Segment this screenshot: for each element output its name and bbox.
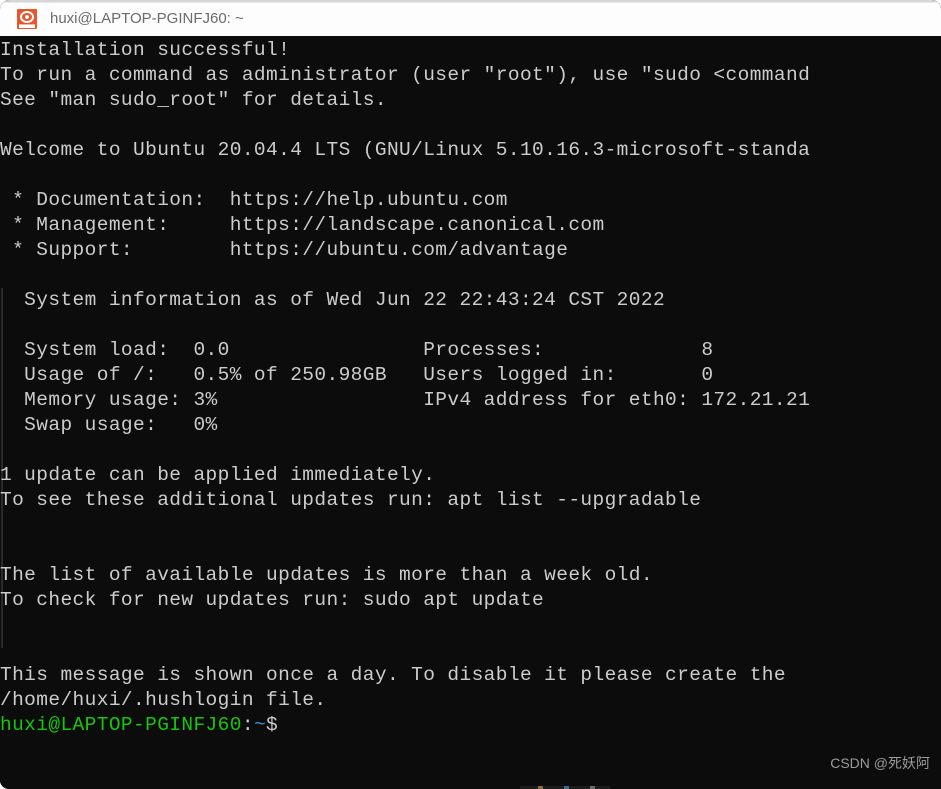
terminal-line: Welcome to Ubuntu 20.04.4 LTS (GNU/Linux…: [0, 139, 811, 161]
terminal-line: This message is shown once a day. To dis…: [0, 664, 786, 686]
terminal-line: * Management: https://landscape.canonica…: [0, 214, 605, 236]
terminal-line: * Support: https://ubuntu.com/advantage: [0, 239, 569, 261]
prompt-separator: :: [241, 714, 254, 736]
terminal-line: To see these additional updates run: apt…: [0, 489, 702, 511]
terminal-line: System information as of Wed Jun 22 22:4…: [0, 289, 666, 311]
terminal-line: Installation successful!: [0, 39, 291, 61]
terminal-line: The list of available updates is more th…: [0, 564, 653, 586]
window-title: huxi@LAPTOP-PGINFJ60: ~: [50, 10, 244, 27]
ubuntu-icon-base: [19, 24, 35, 28]
terminal-line: 1 update can be applied immediately.: [0, 464, 436, 486]
terminal-line: See "man sudo_root" for details.: [0, 89, 387, 111]
csdn-watermark: CSDN @死妖阿: [830, 755, 930, 771]
terminal-line: Usage of /: 0.5% of 250.98GB Users logge…: [0, 364, 714, 386]
title-bar[interactable]: huxi@LAPTOP-PGINFJ60: ~: [0, 0, 941, 36]
terminal-line: /home/huxi/.hushlogin file.: [0, 689, 327, 711]
terminal-line: Swap usage: 0%: [0, 414, 218, 436]
prompt-user-host: huxi@LAPTOP-PGINFJ60: [0, 714, 242, 736]
ubuntu-app-icon: [17, 8, 37, 29]
terminal-line: To check for new updates run: sudo apt u…: [0, 589, 545, 611]
terminal-line: Memory usage: 3% IPv4 address for eth0: …: [0, 389, 811, 411]
prompt-path: ~: [253, 714, 267, 736]
terminal-prompt-line[interactable]: huxi@LAPTOP-PGINFJ60:~$: [0, 713, 941, 738]
terminal-window[interactable]: huxi@LAPTOP-PGINFJ60: ~ Installation suc…: [0, 0, 941, 789]
terminal-output: Installation successful! To run a command…: [0, 38, 941, 738]
terminal-line: * Documentation: https://help.ubuntu.com: [0, 189, 508, 211]
terminal-body[interactable]: Installation successful! To run a command…: [0, 36, 941, 789]
terminal-line: System load: 0.0 Processes: 8: [0, 339, 714, 361]
ubuntu-icon-dot: [25, 14, 29, 19]
prompt-symbol: $: [266, 714, 279, 736]
terminal-line: To run a command as administrator (user …: [0, 64, 811, 86]
title-bar-hairline: [0, 1, 941, 3]
